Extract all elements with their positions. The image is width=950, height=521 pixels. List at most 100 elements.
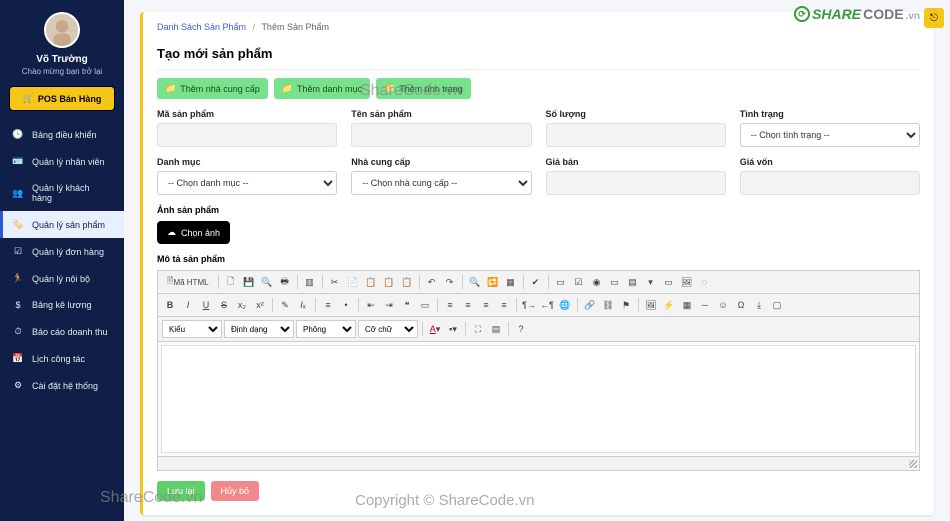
editor-anchor-button[interactable]: ⚑ xyxy=(618,297,634,313)
sidebar-item-staff[interactable]: 🪪Quản lý nhân viên xyxy=(0,148,124,175)
editor-toolbar-3: Kiểu Định dạng Phông Cỡ chữ A▾ ▪▾ ⛶ ▤ ? xyxy=(158,317,919,342)
editor-language-button[interactable]: 🌐 xyxy=(557,297,573,313)
logout-button[interactable]: ⎋ xyxy=(924,8,944,28)
editor-aligncenter-button[interactable]: ≡ xyxy=(460,297,476,313)
input-code[interactable] xyxy=(157,123,337,147)
editor-paste-text-button[interactable]: 📋 xyxy=(381,274,397,290)
editor-new-button[interactable]: 🗋 xyxy=(223,274,239,290)
editor-undo-button[interactable]: ↶ xyxy=(424,274,440,290)
save-button[interactable]: Lưu lại xyxy=(157,481,205,501)
editor-save-button[interactable]: 💾 xyxy=(241,274,257,290)
editor-strike-button[interactable]: S xyxy=(216,297,232,313)
editor-bulletlist-button[interactable]: • xyxy=(338,297,354,313)
pos-button[interactable]: 🛒 POS Bán Hàng xyxy=(9,86,115,111)
editor-redo-button[interactable]: ↷ xyxy=(442,274,458,290)
editor-unlink-button[interactable]: ⛓ xyxy=(600,297,616,313)
sidebar-item-calendar[interactable]: 📅Lịch công tác xyxy=(0,345,124,372)
editor-imagebutton-button[interactable]: 🖼 xyxy=(679,274,695,290)
editor-print-button[interactable]: 🖶 xyxy=(277,274,293,290)
editor-pagebreak-button[interactable]: ⤓ xyxy=(751,297,767,313)
editor-copy-button[interactable]: 📄 xyxy=(345,274,361,290)
nav: 🕓Bảng điều khiển 🪪Quản lý nhân viên 👥Quả… xyxy=(0,121,124,399)
editor-flash-button[interactable]: ⚡ xyxy=(661,297,677,313)
editor-spellcheck-button[interactable]: ✔ xyxy=(528,274,544,290)
editor-preview-button[interactable]: 🔍 xyxy=(259,274,275,290)
editor-subscript-button[interactable]: x₂ xyxy=(234,297,250,313)
editor-replace-button[interactable]: 🔁 xyxy=(485,274,501,290)
editor-textfield-button[interactable]: ▭ xyxy=(607,274,623,290)
editor-specialchar-button[interactable]: Ω xyxy=(733,297,749,313)
editor-body[interactable] xyxy=(161,345,916,453)
editor-div-button[interactable]: ▭ xyxy=(417,297,433,313)
editor-showblocks-button[interactable]: ▤ xyxy=(488,321,504,337)
editor-table-button[interactable]: ▦ xyxy=(679,297,695,313)
editor-hr-button[interactable]: ─ xyxy=(697,297,713,313)
editor-style-select[interactable]: Kiểu xyxy=(162,320,222,338)
editor-removeformat-button[interactable]: Iₓ xyxy=(295,297,311,313)
input-price[interactable] xyxy=(546,171,726,195)
editor-font-select[interactable]: Phông xyxy=(296,320,356,338)
select-supplier[interactable]: -- Chọn nhà cung cấp -- xyxy=(351,171,531,195)
editor-format-select[interactable]: Định dạng xyxy=(224,320,294,338)
check-square-icon: ☑ xyxy=(12,246,24,257)
editor-iframe-button[interactable]: ▢ xyxy=(769,297,785,313)
editor-button-button[interactable]: ▭ xyxy=(661,274,677,290)
editor-ltr-button[interactable]: ¶→ xyxy=(521,297,537,313)
editor-italic-button[interactable]: I xyxy=(180,297,196,313)
cancel-button[interactable]: Hủy bỏ xyxy=(211,481,260,501)
input-qty[interactable] xyxy=(546,123,726,147)
sidebar-item-internal[interactable]: 🏃Quản lý nội bộ xyxy=(0,265,124,292)
editor-hidden-button[interactable]: ◌ xyxy=(697,274,713,290)
editor-radio-button[interactable]: ◉ xyxy=(589,274,605,290)
editor-cut-button[interactable]: ✂ xyxy=(327,274,343,290)
editor-quote-button[interactable]: ❝ xyxy=(399,297,415,313)
editor-link-button[interactable]: 🔗 xyxy=(582,297,598,313)
add-status-button[interactable]: 📁Thêm tình trạng xyxy=(376,78,471,99)
editor-copyformat-button[interactable]: ✎ xyxy=(277,297,293,313)
editor-textcolor-button[interactable]: A▾ xyxy=(427,321,443,337)
sidebar-item-dashboard[interactable]: 🕓Bảng điều khiển xyxy=(0,121,124,148)
editor-alignjustify-button[interactable]: ≡ xyxy=(496,297,512,313)
input-name[interactable] xyxy=(351,123,531,147)
input-cost[interactable] xyxy=(740,171,920,195)
editor-paste-button[interactable]: 📋 xyxy=(363,274,379,290)
sidebar-item-orders[interactable]: ☑Quản lý đơn hàng xyxy=(0,238,124,265)
editor-image-button[interactable]: 🖼 xyxy=(643,297,659,313)
select-status[interactable]: -- Chọn tình trạng -- xyxy=(740,123,920,147)
editor-alignleft-button[interactable]: ≡ xyxy=(442,297,458,313)
editor-alignright-button[interactable]: ≡ xyxy=(478,297,494,313)
sidebar-item-report[interactable]: ⏱Báo cáo doanh thu xyxy=(0,318,124,345)
editor-templates-button[interactable]: ▥ xyxy=(302,274,318,290)
editor-underline-button[interactable]: U xyxy=(198,297,214,313)
sidebar-item-settings[interactable]: ⚙Cài đặt hệ thống xyxy=(0,372,124,399)
select-category[interactable]: -- Chọn danh mục -- xyxy=(157,171,337,195)
editor-numberedlist-button[interactable]: ≡ xyxy=(320,297,336,313)
editor-selectall-button[interactable]: ▦ xyxy=(503,274,519,290)
editor-textarea-button[interactable]: ▤ xyxy=(625,274,641,290)
add-category-button[interactable]: 📁Thêm danh mục xyxy=(274,78,370,99)
editor-paste-word-button[interactable]: 📋 xyxy=(399,274,415,290)
add-supplier-button[interactable]: 📁Thêm nhà cung cấp xyxy=(157,78,268,99)
sidebar-item-customers[interactable]: 👥Quản lý khách hàng xyxy=(0,175,124,211)
editor-select-button[interactable]: ▾ xyxy=(643,274,659,290)
editor-smiley-button[interactable]: ☺ xyxy=(715,297,731,313)
choose-image-button[interactable]: ☁ Chọn ảnh xyxy=(157,221,230,244)
avatar[interactable] xyxy=(44,12,80,48)
editor-about-button[interactable]: ? xyxy=(513,321,529,337)
editor-maximize-button[interactable]: ⛶ xyxy=(470,321,486,337)
editor-bgcolor-button[interactable]: ▪▾ xyxy=(445,321,461,337)
editor-outdent-button[interactable]: ⇤ xyxy=(363,297,379,313)
editor-source-button[interactable]: 🖹 Mã HTML xyxy=(162,274,214,290)
editor-indent-button[interactable]: ⇥ xyxy=(381,297,397,313)
editor-rtl-button[interactable]: ←¶ xyxy=(539,297,555,313)
breadcrumb-parent[interactable]: Danh Sách Sản Phẩm xyxy=(157,22,246,32)
editor-form-button[interactable]: ▭ xyxy=(553,274,569,290)
editor-size-select[interactable]: Cỡ chữ xyxy=(358,320,418,338)
editor-resize-handle[interactable] xyxy=(158,456,919,470)
editor-checkbox-button[interactable]: ☑ xyxy=(571,274,587,290)
sidebar-item-products[interactable]: 🏷️Quản lý sản phẩm xyxy=(0,211,124,238)
sidebar-item-payroll[interactable]: $Bảng kê lương xyxy=(0,292,124,318)
editor-superscript-button[interactable]: x² xyxy=(252,297,268,313)
editor-bold-button[interactable]: B xyxy=(162,297,178,313)
editor-find-button[interactable]: 🔍 xyxy=(467,274,483,290)
